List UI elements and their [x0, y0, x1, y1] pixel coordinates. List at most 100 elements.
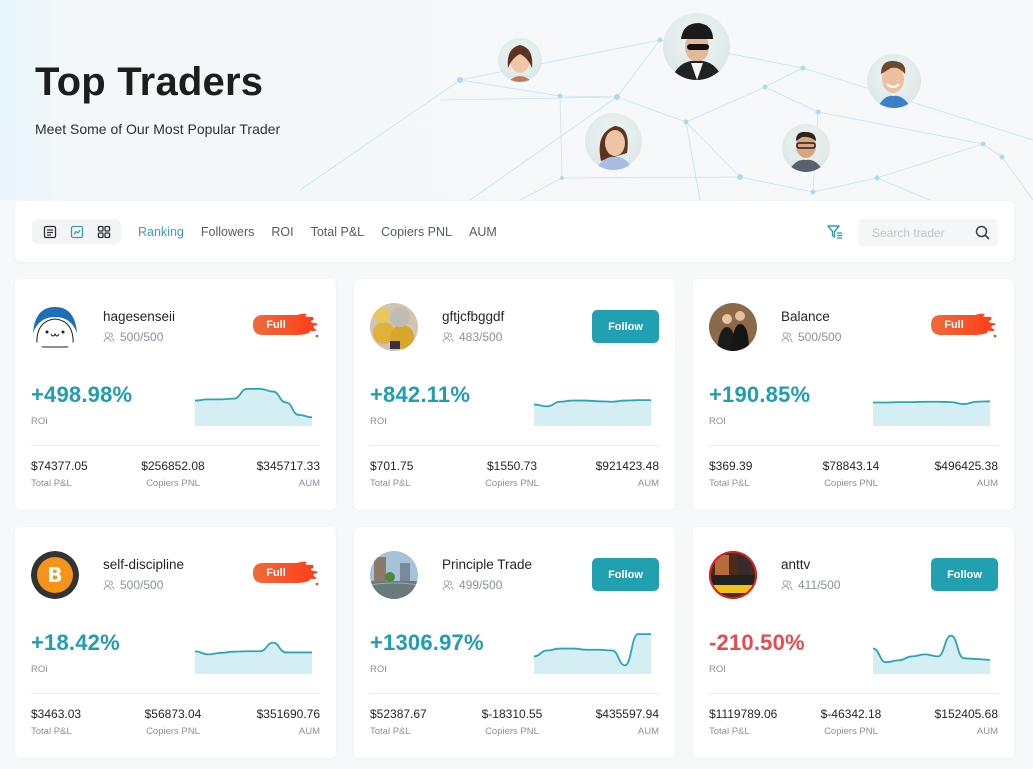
users-icon	[442, 332, 454, 343]
divider	[709, 693, 998, 694]
aum-stat: $435597.94 AUM	[596, 707, 659, 737]
sparkline-area	[534, 400, 651, 426]
svg-text:B: B	[47, 563, 62, 587]
roi-label: ROI	[709, 664, 726, 675]
tab-ranking[interactable]: Ranking	[138, 223, 184, 241]
trader-toolbar: Ranking Followers ROI Total P&L Copiers …	[15, 201, 1014, 262]
trader-card[interactable]: Balance 500/500 Full +190.85% ROI $369.3…	[693, 279, 1014, 510]
list-view-button[interactable]	[39, 221, 61, 243]
trader-avatar: B	[31, 551, 79, 599]
copiers-pnl-value: $78843.14	[822, 459, 880, 473]
trader-avatar	[31, 303, 79, 351]
copiers-pnl-value: $56873.04	[144, 707, 202, 721]
trader-name[interactable]: self-discipline	[103, 557, 184, 572]
copiers-pnl-value: $-18310.55	[481, 707, 543, 721]
divider	[370, 693, 659, 694]
trader-avatar	[709, 303, 757, 351]
trader-card[interactable]: anttv 411/500 Follow -210.50% ROI $11197…	[693, 527, 1014, 758]
aum-label: AUM	[298, 478, 320, 489]
roi-label: ROI	[709, 416, 726, 427]
filter-button[interactable]	[826, 223, 844, 241]
aum-value: $152405.68	[934, 707, 998, 721]
trader-card[interactable]: gftjcfbggdf 483/500 Follow +842.11% ROI …	[354, 279, 675, 510]
follow-button[interactable]: Follow	[931, 558, 998, 591]
roi-label: ROI	[370, 416, 387, 427]
sort-tabs: Ranking Followers ROI Total P&L Copiers …	[138, 223, 514, 241]
copier-count: 499/500	[442, 578, 502, 592]
copiers-pnl-stat: $-46342.18 Copiers PNL	[801, 707, 901, 737]
total-pnl-label: Total P&L	[709, 726, 750, 737]
aum-stat: $496425.38 AUM	[935, 459, 998, 489]
trader-avatar	[370, 551, 418, 599]
total-pnl-stat: $1119789.06 Total P&L	[709, 707, 777, 737]
total-pnl-value: $52387.67	[370, 707, 427, 721]
chart-view-button[interactable]	[66, 221, 88, 243]
aum-stat: $921423.48 AUM	[596, 459, 659, 489]
trader-name[interactable]: hagesenseii	[103, 309, 175, 324]
featured-trader-avatar	[867, 54, 921, 108]
total-pnl-stat: $74377.05 Total P&L	[31, 459, 88, 489]
aum-value: $496425.38	[934, 459, 998, 473]
trader-card[interactable]: B self-discipline 500/500 Full +18.42% R…	[15, 527, 336, 758]
tab-roi[interactable]: ROI	[271, 223, 293, 241]
total-pnl-label: Total P&L	[31, 726, 72, 737]
tab-aum[interactable]: AUM	[469, 223, 497, 241]
aum-label: AUM	[298, 726, 320, 737]
total-pnl-value: $3463.03	[31, 707, 82, 721]
aum-value: $435597.94	[595, 707, 659, 721]
copier-count: 500/500	[103, 578, 163, 592]
trader-name[interactable]: anttv	[781, 557, 810, 572]
aum-label: AUM	[637, 726, 659, 737]
roi-sparkline	[873, 400, 990, 426]
copier-count-value: 411/500	[798, 578, 841, 592]
full-badge: Full	[931, 312, 999, 338]
follow-button[interactable]: Follow	[592, 310, 659, 343]
total-pnl-value: $74377.05	[31, 459, 88, 473]
aum-stat: $351690.76 AUM	[257, 707, 320, 737]
total-pnl-value: $369.39	[709, 459, 753, 473]
total-pnl-stat: $3463.03 Total P&L	[31, 707, 81, 737]
list-icon	[43, 225, 56, 238]
trader-card[interactable]: hagesenseii 500/500 Full +498.98% ROI $7…	[15, 279, 336, 510]
roi-value: +190.85%	[709, 382, 811, 407]
trader-name[interactable]: Balance	[781, 309, 830, 324]
search-input[interactable]	[872, 219, 972, 246]
users-icon	[781, 580, 793, 591]
roi-value: +1306.97%	[370, 630, 484, 655]
copier-count: 500/500	[781, 330, 841, 344]
featured-trader-avatar	[498, 38, 542, 82]
sparkline-area	[195, 642, 312, 674]
total-pnl-stat: $369.39 Total P&L	[709, 459, 752, 489]
grid-view-button[interactable]	[93, 221, 115, 243]
roi-sparkline	[534, 633, 651, 674]
roi-label: ROI	[31, 664, 48, 675]
copiers-pnl-label: Copiers PNL	[146, 726, 200, 737]
aum-label: AUM	[976, 478, 998, 489]
aum-value: $351690.76	[256, 707, 320, 721]
sparkline-area	[195, 388, 312, 426]
total-pnl-value: $701.75	[370, 459, 414, 473]
tab-copiers-pnl[interactable]: Copiers PNL	[381, 223, 452, 241]
trader-name[interactable]: gftjcfbggdf	[442, 309, 504, 324]
copier-count: 411/500	[781, 578, 841, 592]
follow-button[interactable]: Follow	[592, 558, 659, 591]
trader-name[interactable]: Principle Trade	[442, 557, 532, 572]
full-badge-label: Full	[266, 319, 286, 331]
aum-value: $345717.33	[256, 459, 320, 473]
copier-count-value: 500/500	[798, 330, 842, 344]
users-icon	[103, 332, 115, 343]
tab-followers[interactable]: Followers	[201, 223, 255, 241]
page-title: Top Traders	[35, 60, 264, 104]
copiers-pnl-value: $1550.73	[486, 459, 538, 473]
aum-label: AUM	[637, 478, 659, 489]
copier-count: 500/500	[103, 330, 163, 344]
trader-card[interactable]: Principle Trade 499/500 Follow +1306.97%…	[354, 527, 675, 758]
copier-count: 483/500	[442, 330, 502, 344]
featured-trader-avatar	[585, 113, 642, 170]
total-pnl-value: $1119789.06	[709, 707, 778, 721]
search-icon[interactable]	[975, 225, 990, 240]
total-pnl-stat: $52387.67 Total P&L	[370, 707, 427, 737]
copiers-pnl-stat: $256852.08 Copiers PNL	[123, 459, 223, 489]
users-icon	[781, 332, 793, 343]
tab-total-pnl[interactable]: Total P&L	[311, 223, 365, 241]
